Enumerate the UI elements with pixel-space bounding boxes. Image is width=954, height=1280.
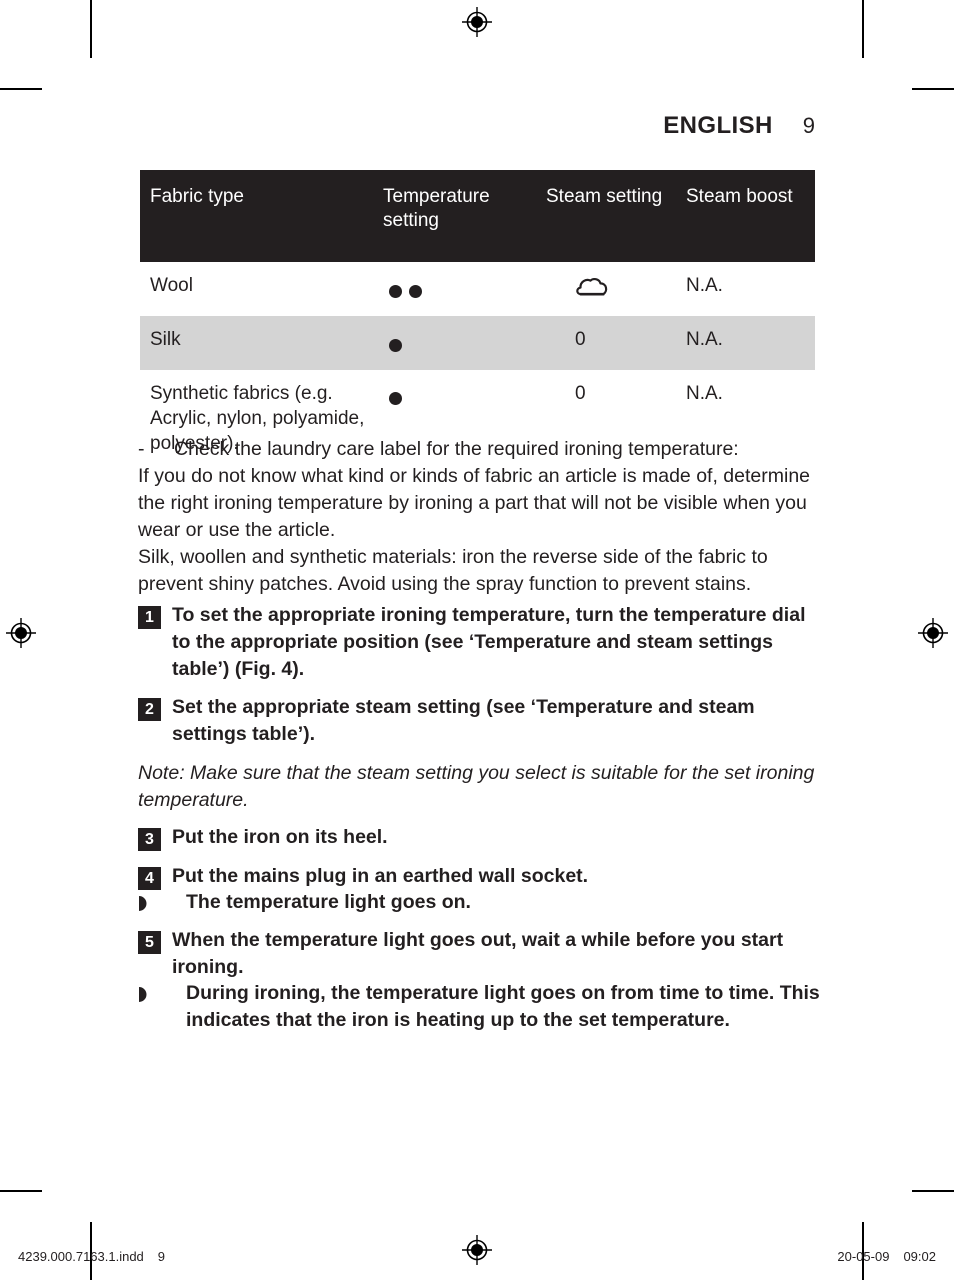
step-5: 5 When the temperature light goes out, w… (138, 927, 820, 981)
crop-mark-top-right-horizontal (912, 88, 954, 90)
temperature-dot-icon (409, 284, 422, 298)
cell-temperature-setting (375, 316, 538, 370)
note-block: Note: Make sure that the steam setting y… (138, 762, 815, 811)
dash-marker: - (138, 438, 145, 460)
step-4: 4 Put the mains plug in an earthed wall … (138, 863, 820, 890)
half-disc-bullet-icon (138, 986, 161, 1003)
step-2: 2 Set the appropriate steam setting (see… (138, 694, 820, 748)
table-row: Silk 0 N.A. (140, 316, 815, 370)
dash-bullet-text: Check the laundry care label for the req… (174, 438, 739, 460)
temperature-dots-two (389, 273, 422, 303)
step-3: 3 Put the iron on its heel. (138, 824, 820, 851)
cell-steam-boost: N.A. (678, 316, 815, 370)
temperature-dot-icon (389, 392, 402, 406)
step-text: Set the appropriate steam setting (see ‘… (172, 696, 755, 745)
column-header-steam-setting: Steam setting (538, 170, 678, 263)
step-text: Put the mains plug in an earthed wall so… (172, 865, 589, 887)
temperature-dot-icon (389, 338, 402, 352)
column-header-fabric-type: Fabric type (140, 170, 375, 263)
crop-mark-top-left-horizontal (0, 88, 42, 90)
cell-steam-setting: 0 (538, 316, 678, 370)
half-disc-bullet-icon (138, 895, 161, 912)
table-header: Fabric type Temperature setting Steam se… (140, 170, 815, 263)
step-text: Put the iron on its heel. (172, 826, 388, 848)
footer-date: 20-05-09 (837, 1249, 890, 1264)
result-bullet-1: The temperature light goes on. (138, 889, 820, 916)
cell-temperature-setting (375, 262, 538, 317)
crop-mark-bottom-right-horizontal (912, 1190, 954, 1192)
cell-fabric-type: Silk (140, 316, 375, 370)
step-number-badge: 1 (138, 606, 161, 629)
page-number: 9 (802, 113, 815, 138)
step-1: 1 To set the appropriate ironing tempera… (138, 602, 820, 683)
crop-mark-bottom-left-horizontal (0, 1190, 42, 1192)
result-bullet-text: During ironing, the temperature light go… (186, 982, 820, 1031)
registration-mark-top (462, 7, 492, 37)
temperature-dots-one (389, 381, 402, 411)
temperature-dot-icon (389, 284, 402, 298)
steam-setting-value: 0 (575, 329, 586, 351)
body-paragraph-1: If you do not know what kind or kinds of… (138, 464, 811, 541)
step-number-badge: 2 (138, 698, 161, 721)
page-header: ENGLISH 9 (140, 112, 815, 140)
steam-cloud-icon (575, 277, 609, 304)
footer-file-info: 4239.000.7163.1.indd 9 (18, 1249, 165, 1264)
temperature-dots-one (389, 327, 402, 357)
crop-mark-top-left-vertical (90, 0, 92, 58)
result-bullet-2: During ironing, the temperature light go… (138, 980, 820, 1034)
cell-steam-boost: N.A. (678, 262, 815, 317)
body-paragraph-2: Silk, woollen and synthetic materials: i… (138, 545, 768, 595)
column-header-temperature-setting: Temperature setting (375, 170, 538, 263)
registration-mark-left (6, 618, 36, 648)
dash-bullet-line: - Check the laundry care label for the re… (138, 436, 816, 463)
cell-fabric-type: Wool (140, 262, 375, 317)
table-row: Wool N.A. (140, 262, 815, 317)
cell-steam-setting (538, 262, 678, 317)
steam-setting-value: 0 (575, 382, 586, 404)
page-language-title: ENGLISH (663, 112, 773, 139)
footer-file-page: 9 (157, 1249, 166, 1264)
footer-timestamp: 20-05-09 09:02 (837, 1249, 936, 1264)
footer-file-name: 4239.000.7163.1.indd (18, 1249, 144, 1264)
step-number-badge: 3 (138, 828, 161, 851)
footer-time: 09:02 (903, 1249, 936, 1264)
column-header-steam-boost: Steam boost (678, 170, 815, 263)
step-text: To set the appropriate ironing temperatu… (172, 604, 806, 680)
crop-mark-top-right-vertical (862, 0, 864, 58)
step-text: When the temperature light goes out, wai… (172, 929, 784, 978)
registration-mark-right (918, 618, 948, 648)
temperature-and-steam-settings-table: Fabric type Temperature setting Steam se… (140, 170, 815, 469)
registration-mark-bottom (462, 1235, 492, 1265)
result-bullet-text: The temperature light goes on. (186, 891, 471, 913)
table-header-row: Fabric type Temperature setting Steam se… (140, 170, 815, 263)
care-label-instructions: - Check the laundry care label for the re… (138, 436, 816, 597)
step-number-badge: 5 (138, 931, 161, 954)
step-number-badge: 4 (138, 867, 161, 890)
